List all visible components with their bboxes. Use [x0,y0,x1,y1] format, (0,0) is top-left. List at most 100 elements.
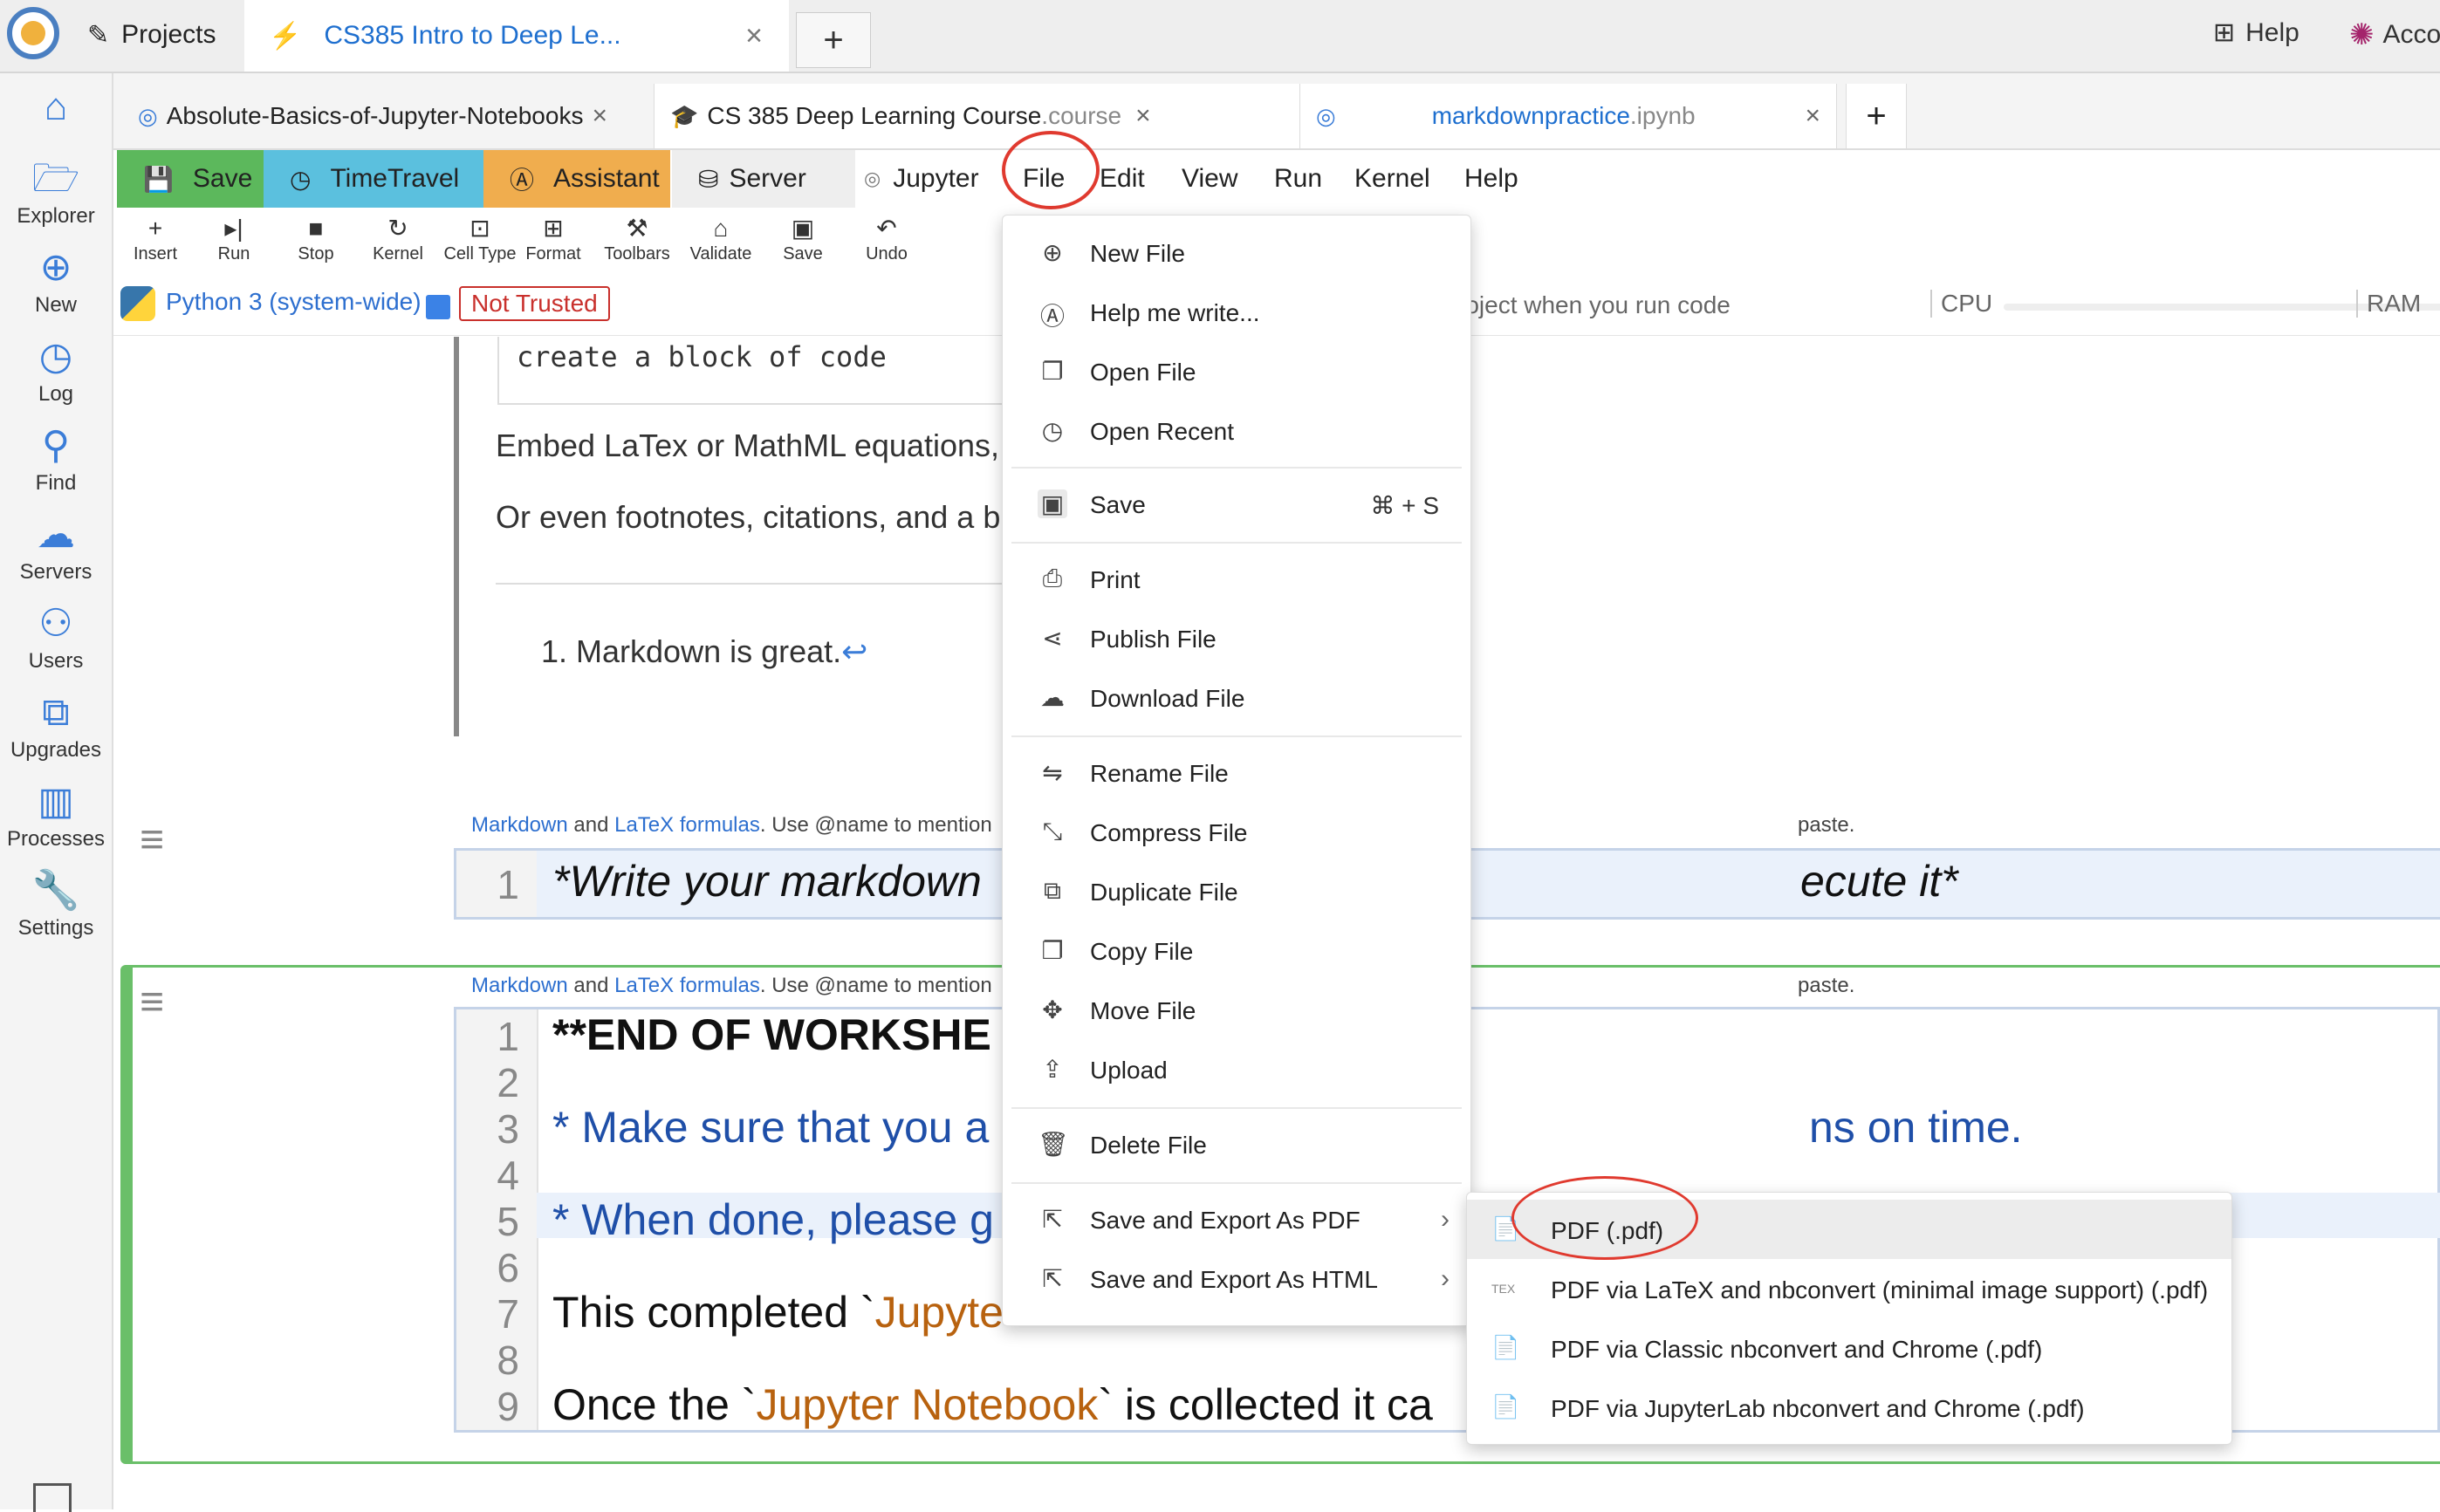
sidebar-item-home[interactable]: ⌂ [0,86,112,133]
file-tab-active[interactable]: ◎ markdownpractice.ipynb × [1300,84,1837,148]
toolbar-toolbars[interactable]: ⚒Toolbars [595,213,679,264]
hint-text: . Use @name to mention [760,974,992,997]
menu-item-save[interactable]: ▣Save⌘ + S [1003,475,1470,533]
menu-kernel[interactable]: Kernel [1354,150,1430,208]
menu-jupyter[interactable]: ◎Jupyter [864,150,979,208]
return-icon[interactable]: ↩ [841,633,867,669]
menu-item-help-me-write[interactable]: ⒶHelp me write... [1003,284,1470,341]
code-line[interactable]: ecute it* [1800,856,1958,907]
hint-text: paste. [1798,813,1854,838]
projects-tab[interactable]: ✎ Projects [70,0,241,70]
help-label: Help [2245,18,2299,48]
menu-item-upload[interactable]: ⇪Upload [1003,1041,1470,1098]
submenu-item-pdf-jupyterlab[interactable]: 📄PDF via JupyterLab nbconvert and Chrome… [1467,1378,2231,1437]
assistant-button[interactable]: ⒶAssistant [483,150,670,208]
latex-link[interactable]: LaTeX formulas [614,813,760,837]
cocalc-logo-icon[interactable] [7,7,59,59]
menu-item-export-html[interactable]: ⇱Save and Export As HTML› [1003,1250,1470,1308]
timetravel-label: TimeTravel [330,164,459,194]
menu-item-publish-file[interactable]: ⋖Publish File [1003,610,1470,667]
menu-item-rename-file[interactable]: ⇋Rename File [1003,744,1470,802]
sidebar-item-explorer[interactable]: 🗁Explorer [0,157,112,229]
save-button[interactable]: 💾Save [117,150,264,208]
submenu-item-pdf-latex[interactable]: TEXPDF via LaTeX and nbconvert (minimal … [1467,1259,2231,1318]
toolbar-undo[interactable]: ↶Undo [845,213,929,264]
toolbar-save[interactable]: ▣Save [761,213,845,264]
markdown-link[interactable]: Markdown [471,974,568,997]
menu-help[interactable]: Help [1464,150,1518,208]
menu-item-label: Save and Export As HTML [1090,1266,1378,1294]
code-line[interactable]: ns on time. [1809,1102,2023,1153]
markdown-link[interactable]: Markdown [471,813,568,837]
code-line[interactable]: This completed `Jupyte [552,1287,1004,1338]
file-tab[interactable]: ◎ Absolute-Basics-of-Jupyter-Notebooks × [122,84,655,148]
code-line[interactable]: **END OF WORKSHE [552,1009,991,1060]
menu-item-move-file[interactable]: ✥Move File [1003,982,1470,1039]
close-icon[interactable]: × [592,101,607,131]
code-line[interactable]: * Make sure that you a [552,1102,989,1153]
drag-handle-icon[interactable]: ≡ [140,831,182,850]
toolbar-kernel[interactable]: ↻Kernel [356,213,440,264]
menu-item-download-file[interactable]: ☁Download File [1003,669,1470,727]
toolbar-validate[interactable]: ⌂Validate [679,213,763,264]
help-button[interactable]: ⊞ Help [2213,17,2299,48]
menu-run[interactable]: Run [1274,150,1322,208]
line-number: 8 [456,1337,519,1384]
drag-handle-icon[interactable]: ≡ [140,993,182,1012]
toolbar-stop[interactable]: ■Stop [274,213,358,264]
sidebar-item-new[interactable]: ⊕New [0,246,112,318]
menu-item-export-pdf[interactable]: ⇱Save and Export As PDF› [1003,1191,1470,1249]
close-icon[interactable]: × [1135,101,1151,131]
sidebar-label: Log [38,382,73,406]
submenu-item-label: PDF via JupyterLab nbconvert and Chrome … [1551,1395,2085,1423]
sidebar-item-servers[interactable]: ☁Servers [0,513,112,585]
account-button[interactable]: ✺ Acco [2349,17,2440,52]
hint-text: and [568,813,614,837]
course-project-tab[interactable]: ⚡ CS385 Intro to Deep Le... × [244,0,789,72]
menu-divider [1011,735,1462,737]
submenu-item-pdf-classic[interactable]: 📄PDF via Classic nbconvert and Chrome (.… [1467,1318,2231,1378]
wrench-icon: ⚒ [595,213,679,244]
sidebar-item-upgrades[interactable]: ⧉Upgrades [0,691,112,763]
sidebar-item-processes[interactable]: ▥Processes [0,780,112,852]
sidebar-item-log[interactable]: ◷Log [0,335,112,407]
close-icon[interactable]: × [1805,101,1820,131]
latex-link[interactable]: LaTeX formulas [614,974,760,997]
code-line[interactable]: *Write your markdown [552,856,982,907]
toolbar-run[interactable]: ▸|Run [192,213,276,264]
menu-edit[interactable]: Edit [1100,150,1145,208]
menu-item-open-recent[interactable]: ◷Open Recent [1003,402,1470,460]
code-line[interactable]: Once the `Jupyter Notebook` is collected… [552,1379,1433,1430]
menu-item-copy-file[interactable]: ❐Copy File [1003,922,1470,980]
new-file-tab-button[interactable]: + [1846,84,1907,148]
trust-badge[interactable]: Not Trusted [459,286,610,321]
toolbar-cell-type[interactable]: ⊡Cell Type [438,213,522,264]
toolbar-insert[interactable]: +Insert [113,213,197,264]
file-tab[interactable]: 🎓 CS 385 Deep Learning Course.course × [655,84,1300,148]
server-icon: ⛁ [698,165,718,194]
server-label: Server [729,164,805,194]
pencil-icon: ✎ [87,20,109,51]
menu-view[interactable]: View [1182,150,1237,208]
sidebar-item-find[interactable]: ⚲Find [0,424,112,496]
server-button[interactable]: ⛁ Server [672,150,855,208]
new-tab-button[interactable]: + [796,12,871,68]
sidebar-item-settings[interactable]: 🔧Settings [0,869,112,941]
timetravel-button[interactable]: ◷TimeTravel [264,150,483,208]
stop-icon: ■ [274,213,358,244]
code-line[interactable]: * When done, please g [552,1194,994,1245]
toolbar-format[interactable]: ⊞Format [511,213,595,264]
menu-item-compress-file[interactable]: ⤡Compress File [1003,804,1470,861]
layout-icon[interactable] [33,1483,72,1512]
menu-item-new-file[interactable]: ⊕New File [1003,224,1470,282]
sidebar-item-users[interactable]: ⚇Users [0,602,112,674]
menu-item-delete-file[interactable]: 🗑Delete File [1003,1116,1470,1173]
submenu-item-label: PDF via Classic nbconvert and Chrome (.p… [1551,1336,2042,1364]
close-icon[interactable]: × [745,19,763,53]
list-item-text: 1. Markdown is great. [541,633,841,669]
sidebar-label: Servers [20,560,93,584]
menu-item-duplicate-file[interactable]: ⧉Duplicate File [1003,863,1470,920]
kernel-selector[interactable]: Python 3 (system-wide) [166,288,422,316]
menu-item-open-file[interactable]: ❐Open File [1003,343,1470,400]
menu-item-print[interactable]: ⎙Print [1003,551,1470,608]
